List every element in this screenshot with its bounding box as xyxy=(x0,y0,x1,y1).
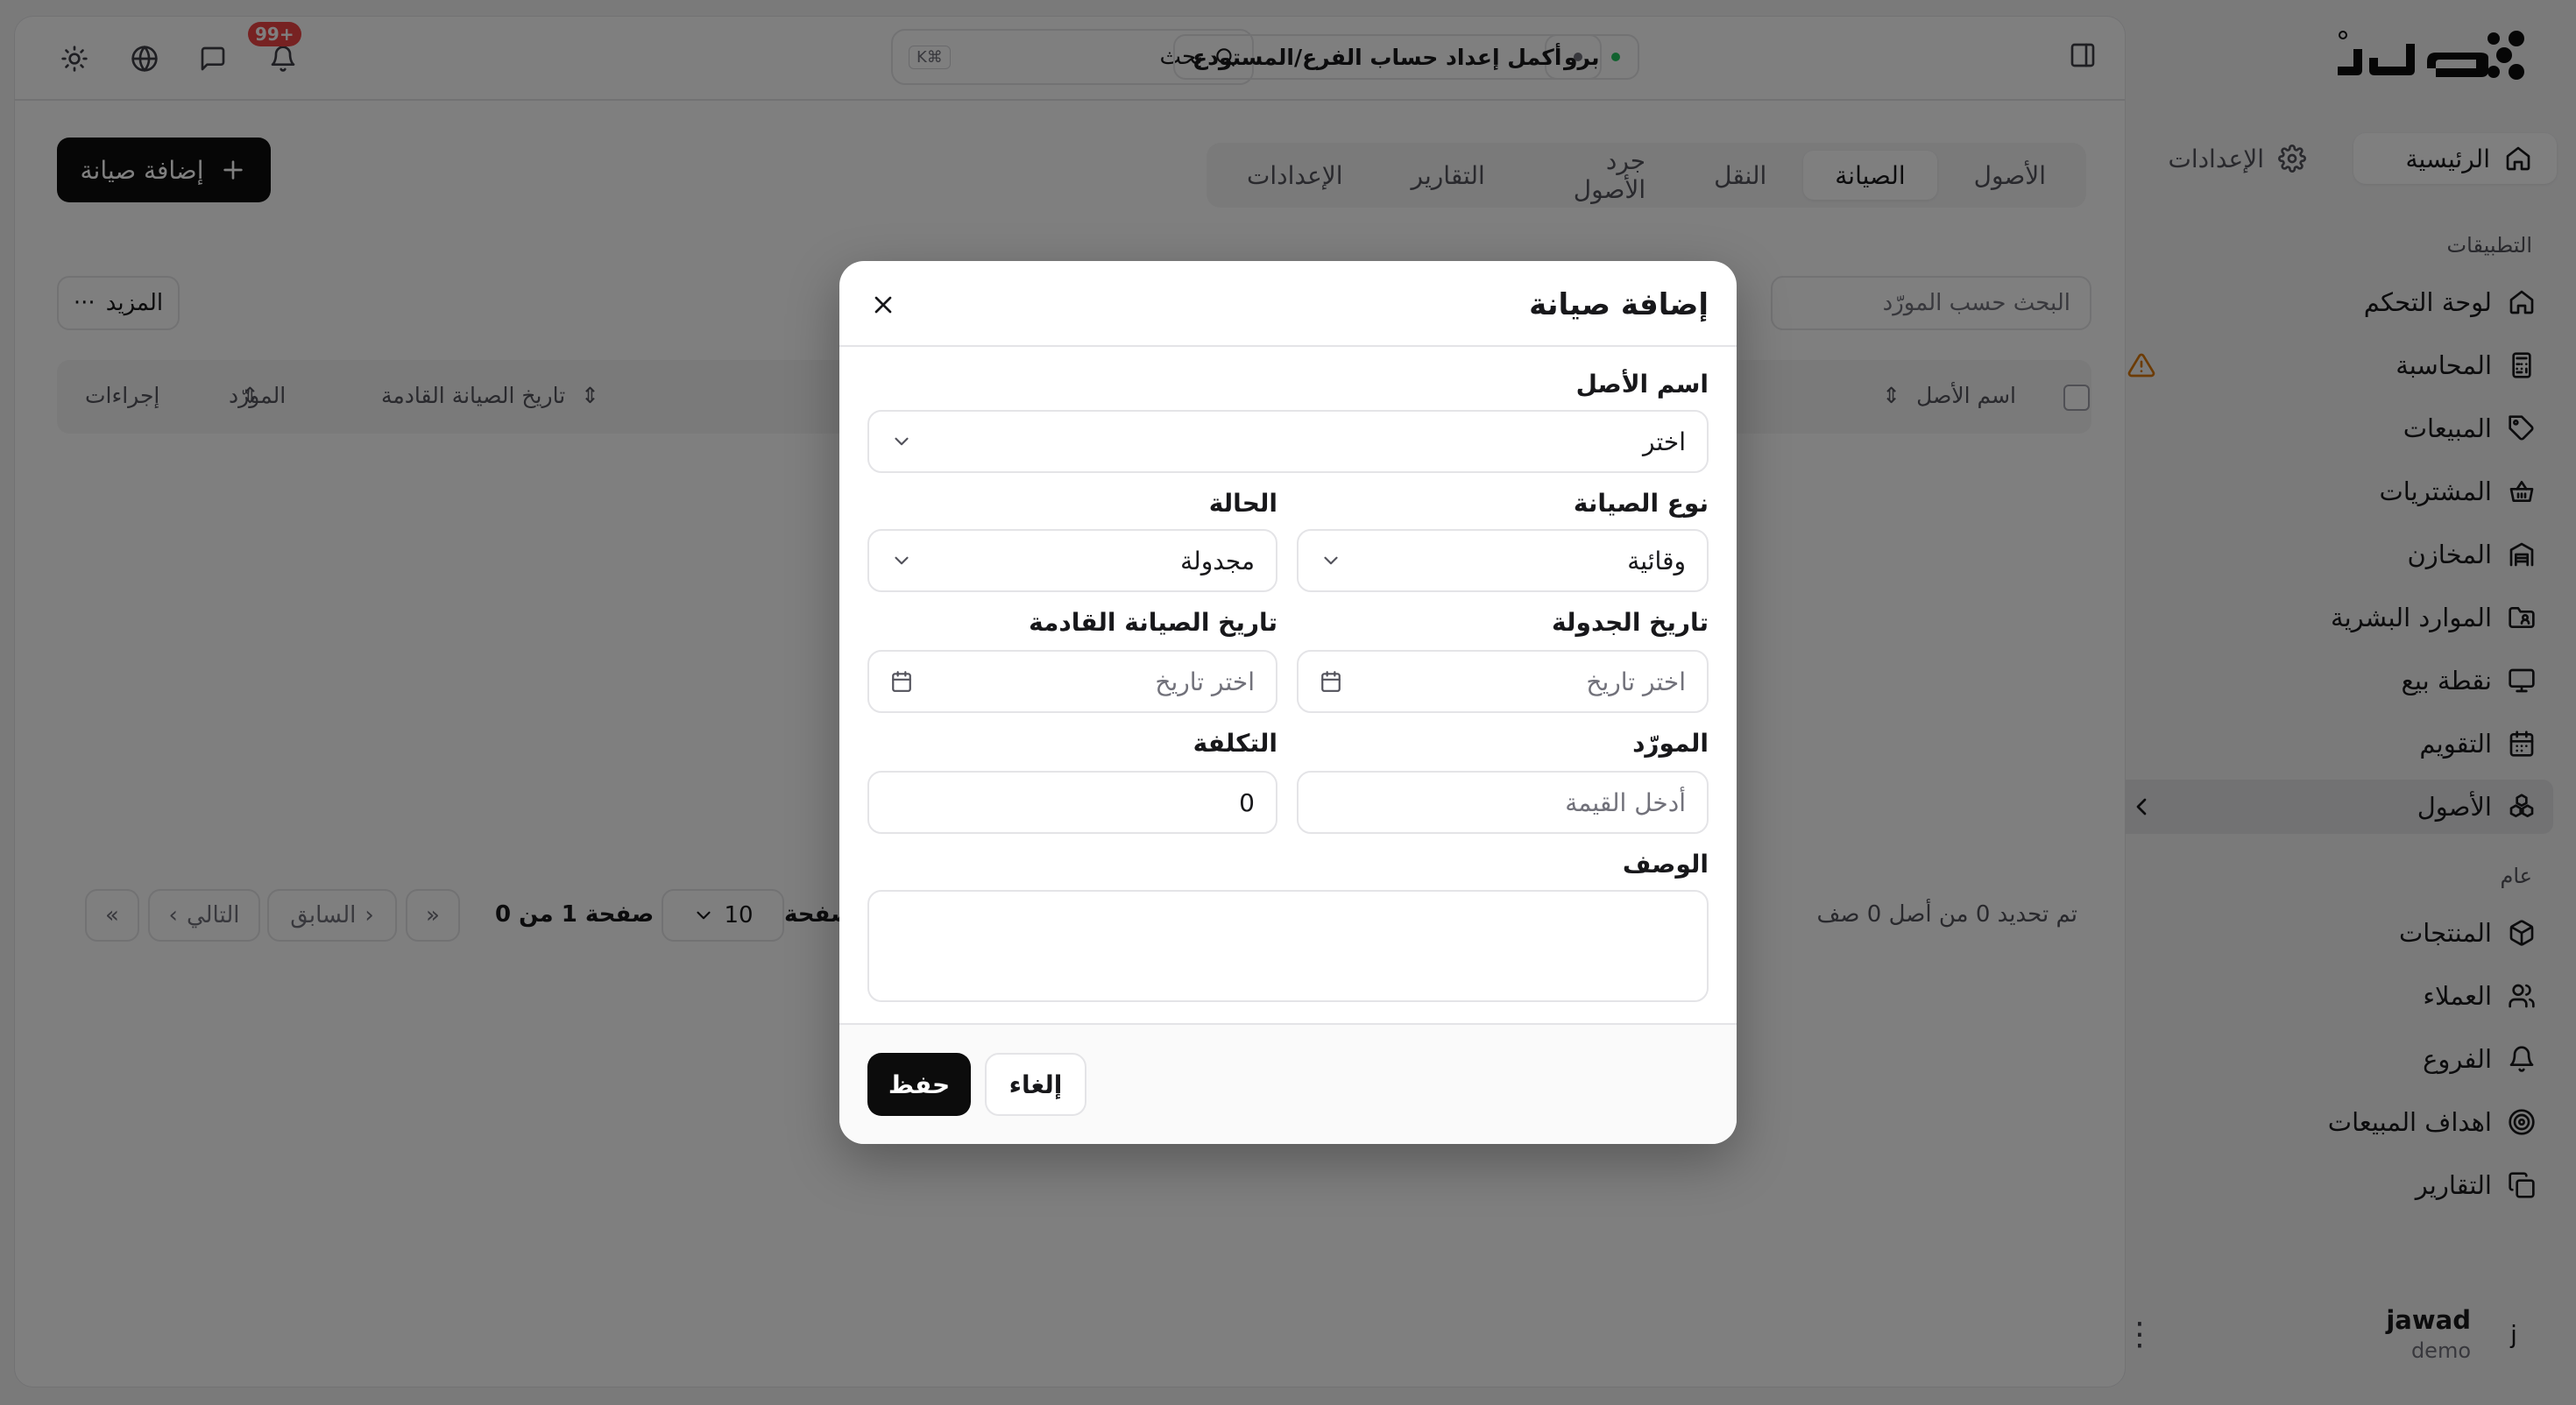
status-select[interactable]: مجدولة xyxy=(867,529,1277,592)
maintenance-type-label: نوع الصيانة xyxy=(1573,489,1709,518)
maintenance-type-select[interactable]: وقائية xyxy=(1297,529,1709,592)
cost-label: التكلفة xyxy=(1192,729,1277,758)
chevron-down-icon xyxy=(895,437,909,446)
close-button[interactable] xyxy=(867,291,897,321)
next-maintenance-label: تاريخ الصيانة القادمة xyxy=(1029,608,1277,637)
maintenance-type-value: وقائية xyxy=(1627,546,1686,575)
scheduled-date-label: تاريخ الجدولة xyxy=(1552,608,1709,637)
calendar-icon xyxy=(1321,671,1341,692)
close-icon xyxy=(874,296,892,314)
scheduled-date-placeholder: اختر تاريخ xyxy=(1586,667,1686,696)
status-value: مجدولة xyxy=(1180,546,1255,575)
cost-value: 0 xyxy=(1239,787,1255,817)
calendar-icon xyxy=(892,671,911,692)
supplier-placeholder: أدخل القيمة xyxy=(1565,787,1686,817)
cost-input[interactable]: 0 xyxy=(867,771,1277,834)
supplier-input[interactable]: أدخل القيمة xyxy=(1297,771,1709,834)
next-maintenance-placeholder: اختر تاريخ xyxy=(1155,667,1255,696)
asset-name-value: اختر xyxy=(1643,427,1686,456)
status-label: الحالة xyxy=(1208,489,1277,518)
cancel-button[interactable]: إلغاء xyxy=(985,1053,1086,1116)
save-button[interactable]: حفظ xyxy=(867,1053,971,1116)
chevron-down-icon xyxy=(895,556,909,565)
description-label: الوصف xyxy=(1622,850,1709,879)
description-textarea[interactable] xyxy=(867,890,1709,1002)
asset-name-select[interactable]: اختر xyxy=(867,410,1709,473)
next-maintenance-date-picker[interactable]: اختر تاريخ xyxy=(867,650,1277,713)
dialog-title: إضافة صيانة xyxy=(1529,287,1709,322)
supplier-label: المورّد xyxy=(1632,729,1709,758)
add-maintenance-dialog: إضافة صيانة اسم الأصل اختر نوع الصيانة و… xyxy=(839,261,1737,1144)
dialog-header: إضافة صيانة xyxy=(839,261,1737,347)
dialog-footer: حفظ إلغاء xyxy=(839,1023,1737,1144)
asset-name-label: اسم الأصل xyxy=(1575,370,1709,399)
scheduled-date-picker[interactable]: اختر تاريخ xyxy=(1297,650,1709,713)
chevron-down-icon xyxy=(1324,556,1338,565)
